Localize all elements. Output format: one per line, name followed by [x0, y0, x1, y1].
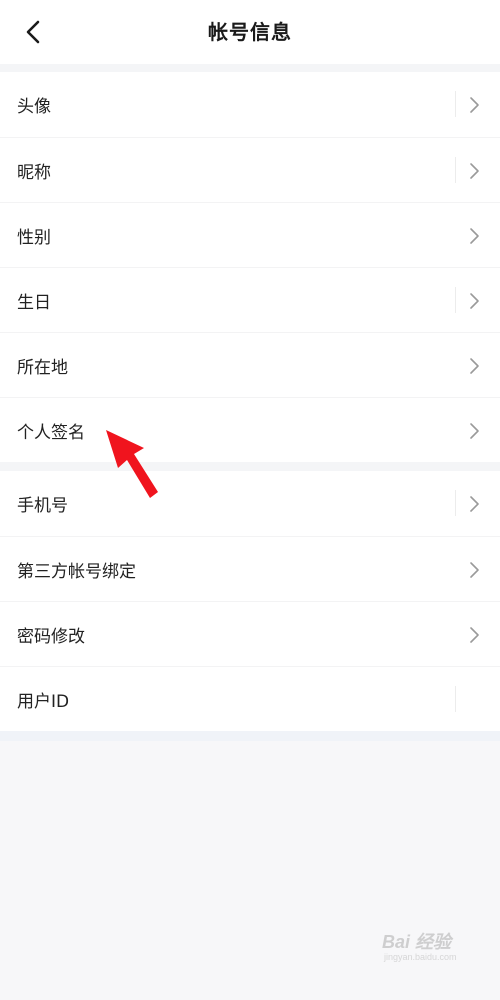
chevron-right-icon	[470, 562, 479, 578]
chevron-right-icon	[470, 97, 479, 113]
row-birthday[interactable]: 生日	[0, 267, 500, 332]
row-label: 性别	[17, 227, 51, 248]
row-nickname[interactable]: 昵称	[0, 137, 500, 202]
row-avatar[interactable]: 头像	[0, 72, 500, 137]
row-divider	[455, 91, 456, 117]
section-gap	[0, 731, 500, 741]
row-divider	[455, 686, 456, 712]
row-label: 昵称	[17, 162, 51, 183]
row-location[interactable]: 所在地	[0, 332, 500, 397]
watermark-url: jingyan.baidu.com	[384, 952, 457, 962]
account-group: 手机号 第三方帐号绑定 密码修改 用户ID	[0, 471, 500, 731]
chevron-right-icon	[470, 496, 479, 512]
section-gap	[0, 64, 500, 72]
chevron-right-icon	[470, 627, 479, 643]
row-label: 生日	[17, 292, 51, 313]
row-divider	[455, 287, 456, 313]
row-user-id[interactable]: 用户ID	[0, 666, 500, 731]
row-password-change[interactable]: 密码修改	[0, 601, 500, 666]
chevron-right-icon	[470, 163, 479, 179]
chevron-right-icon	[470, 423, 479, 439]
watermark: Bai 经验 jingyan.baidu.com	[382, 928, 472, 966]
row-label: 用户ID	[17, 691, 70, 712]
profile-group: 头像 昵称 性别 生日 所在地 个人签名	[0, 72, 500, 462]
chevron-right-icon	[470, 293, 479, 309]
row-third-party-binding[interactable]: 第三方帐号绑定	[0, 536, 500, 601]
row-label: 手机号	[17, 496, 68, 516]
section-gap	[0, 462, 500, 471]
header-bar: 帐号信息	[0, 0, 500, 64]
row-divider	[455, 157, 456, 183]
row-divider	[455, 490, 456, 516]
page-title: 帐号信息	[208, 20, 292, 44]
chevron-right-icon	[470, 358, 479, 374]
row-signature[interactable]: 个人签名	[0, 397, 500, 462]
row-label: 个人签名	[17, 422, 85, 443]
chevron-right-icon	[470, 228, 479, 244]
row-label: 所在地	[17, 357, 68, 378]
row-phone[interactable]: 手机号	[0, 471, 500, 536]
row-label: 第三方帐号绑定	[17, 561, 136, 582]
row-gender[interactable]: 性别	[0, 202, 500, 267]
watermark-brand: Bai 经验	[382, 932, 452, 952]
row-label: 头像	[17, 97, 51, 117]
row-label: 密码修改	[17, 626, 85, 647]
